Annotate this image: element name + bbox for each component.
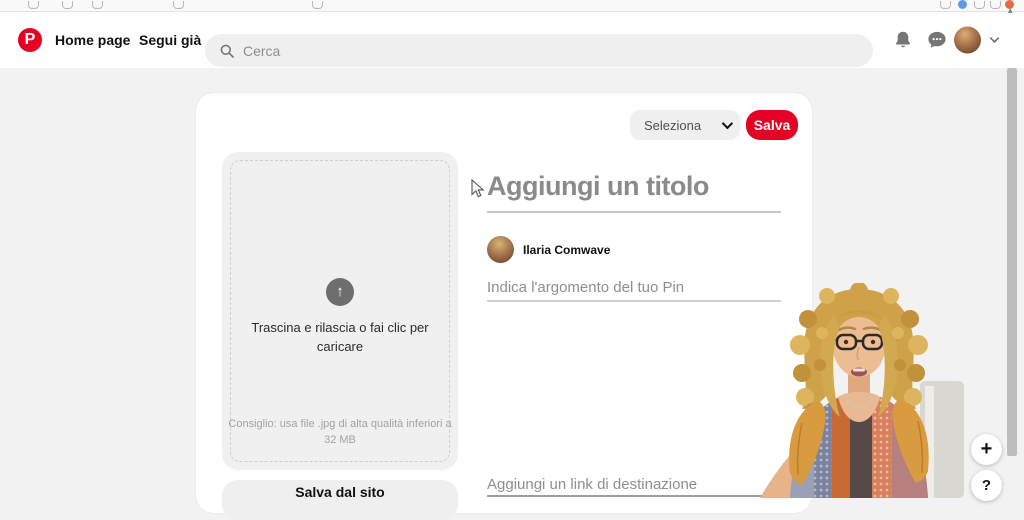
toolbar-icon-fragment (990, 1, 1001, 9)
save-pin-button[interactable]: Salva (746, 110, 798, 140)
search-input[interactable] (243, 43, 803, 59)
author-avatar (487, 236, 514, 263)
person-eye (871, 340, 875, 344)
create-pin-fab[interactable]: + (971, 434, 1002, 465)
toolbar-icon-fragment (28, 1, 39, 9)
save-from-site-button[interactable]: Salva dal sito (222, 480, 458, 520)
chat-icon (926, 29, 948, 51)
question-icon: ? (982, 477, 991, 494)
person-face (833, 317, 885, 377)
top-nav: P Home page Segui già (0, 12, 1024, 68)
author-name: Ilaria Comwave (523, 243, 610, 257)
person-eye (844, 340, 848, 344)
help-fab[interactable]: ? (971, 470, 1002, 501)
description-underline (487, 300, 781, 302)
title-underline (487, 211, 781, 213)
webcam-overlay-person (752, 283, 967, 498)
scrollbar-thumb[interactable] (1007, 68, 1017, 456)
nav-following-link[interactable]: Segui già (139, 32, 201, 48)
dropzone-tip: Consiglio: usa file .jpg di alta qualità… (228, 416, 452, 448)
toolbar-icon-fragment (312, 1, 323, 9)
chevron-down-icon (722, 118, 733, 129)
toolbar-icon-fragment (974, 1, 985, 9)
messages-button[interactable] (926, 29, 948, 51)
profile-avatar[interactable] (954, 27, 981, 54)
scrollbar-up-icon[interactable]: ▴ (1008, 5, 1013, 16)
pin-link-input[interactable]: Aggiungi un link di destinazione (487, 476, 697, 493)
pin-title-input[interactable]: Aggiungi un titolo (487, 171, 709, 202)
toolbar-icon-fragment (940, 1, 951, 9)
search-icon (219, 43, 235, 59)
nav-home-link[interactable]: Home page (55, 32, 130, 48)
search-bar[interactable] (205, 34, 873, 67)
plus-icon: + (981, 438, 993, 460)
notifications-button[interactable] (892, 29, 914, 51)
toolbar-icon-fragment (92, 1, 103, 9)
browser-toolbar-edge (0, 0, 1024, 12)
pinterest-logo[interactable]: P (18, 28, 42, 52)
bell-icon (892, 29, 914, 51)
image-upload-dropzone[interactable]: ↑ Trascina e rilascia o fai clic per car… (222, 152, 458, 470)
board-selector-dropdown[interactable]: Seleziona (630, 110, 740, 140)
toolbar-icon-fragment (173, 1, 184, 9)
link-underline (487, 495, 781, 497)
dropzone-instruction: Trascina e rilascia o fai clic per caric… (250, 318, 430, 356)
author-row: Ilaria Comwave (487, 236, 610, 263)
board-selector-label: Seleziona (644, 118, 722, 133)
pin-builder-card: Seleziona Salva ↑ Trascina e rilascia o … (196, 93, 812, 513)
extension-icon-fragment (958, 0, 967, 9)
chevron-down-icon (987, 33, 1002, 48)
account-menu-button[interactable] (987, 33, 1002, 48)
upload-arrow-icon: ↑ (326, 278, 354, 306)
toolbar-icon-fragment (62, 1, 73, 9)
pin-description-input[interactable]: Indica l'argomento del tuo Pin (487, 279, 684, 296)
